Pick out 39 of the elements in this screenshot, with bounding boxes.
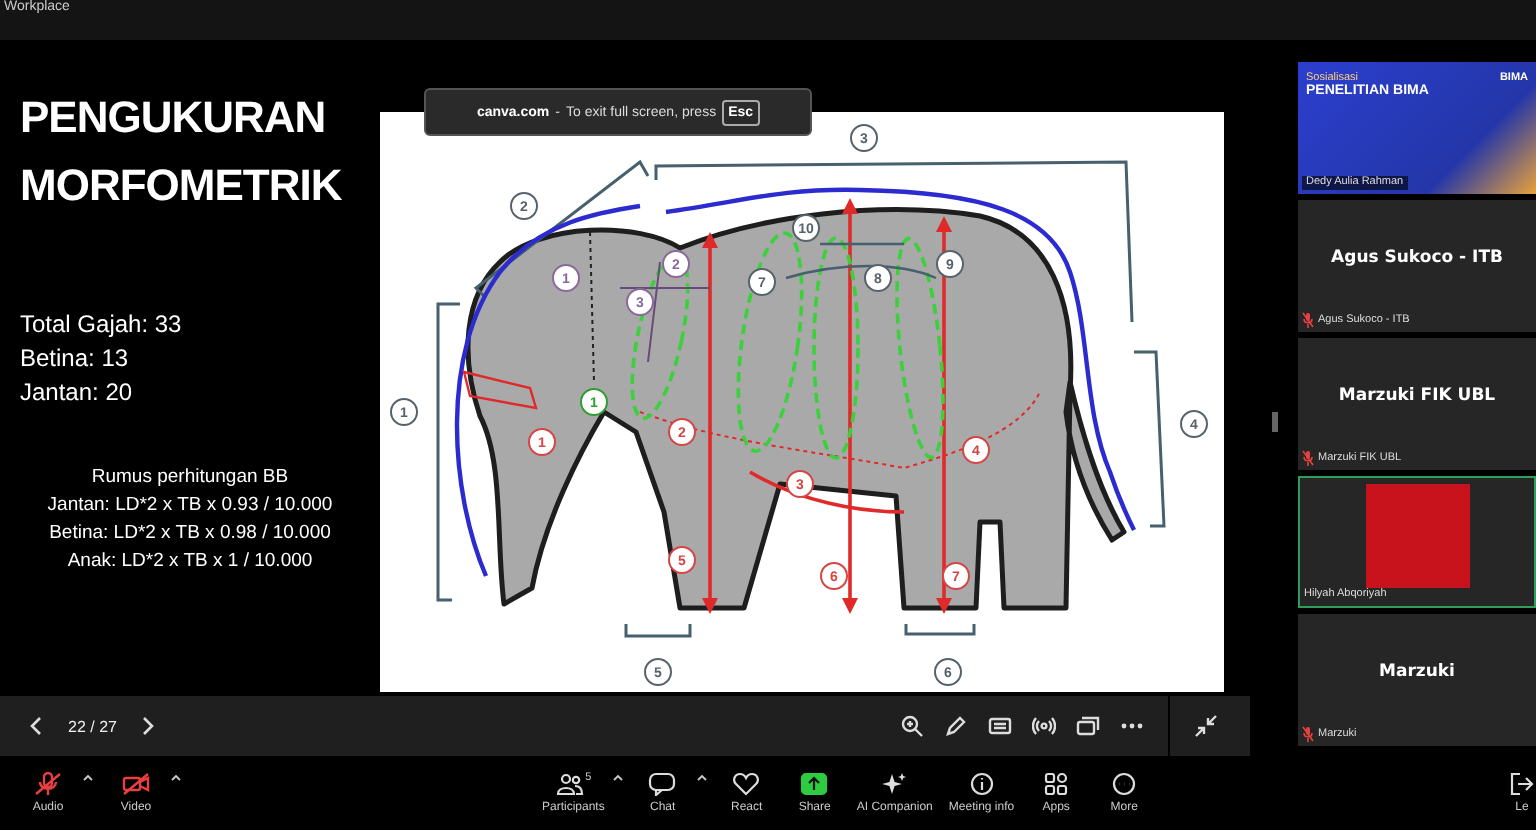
page-counter: 22 / 27 (68, 717, 117, 735)
people-icon (555, 772, 584, 796)
camera-icon (122, 772, 150, 796)
formula-line: Betina: LD*2 x TB x 0.98 / 10.000 (49, 520, 331, 546)
caret-icon (696, 774, 709, 782)
photo-placeholder (1365, 484, 1469, 588)
sparkle-icon (880, 772, 909, 796)
share-screen-icon (800, 772, 829, 796)
participant-display-name: Marzuki (1379, 662, 1455, 682)
formula-title: Rumus perhitungan BB (91, 464, 289, 490)
chevron-left-icon (28, 716, 44, 736)
stat-line: Jantan: 20 (20, 378, 135, 408)
apps-icon (1042, 772, 1071, 796)
collapse-icon (1194, 714, 1218, 738)
info-icon (967, 772, 996, 796)
exit-icon (1510, 772, 1534, 796)
participant-display-name: Marzuki FIK UBL (1338, 386, 1496, 406)
broadcast-icon (1032, 714, 1056, 738)
exit-fullscreen-button[interactable] (1190, 710, 1222, 742)
formula-line: Jantan: LD*2 x TB x 0.93 / 10.000 (47, 492, 333, 518)
formula-line: Anak: LD*2 x TB x 1 / 10.000 (67, 548, 313, 574)
windows-icon (1076, 714, 1100, 738)
microphone-icon (34, 772, 62, 796)
caret-icon (82, 774, 94, 782)
captions-icon (988, 714, 1012, 738)
caret-icon (612, 774, 625, 782)
caret-icon (170, 774, 182, 782)
zoom-in-icon (900, 714, 924, 738)
stat-line: Total Gajah: 33 (20, 310, 184, 340)
participant-display-name: Agus Sukoco - ITB (1331, 248, 1503, 268)
chevron-right-icon (140, 716, 157, 736)
pen-icon (944, 714, 968, 738)
heart-icon (732, 772, 761, 796)
slide-title: PENGUKURAN MORFOMETRIK (18, 90, 344, 214)
stat-line: Betina: 13 (20, 344, 131, 374)
more-icon (1110, 772, 1139, 796)
chat-bubble-icon (648, 772, 677, 796)
panel-resize-handle[interactable] (1272, 412, 1278, 432)
zoom-in-button[interactable] (896, 710, 928, 742)
